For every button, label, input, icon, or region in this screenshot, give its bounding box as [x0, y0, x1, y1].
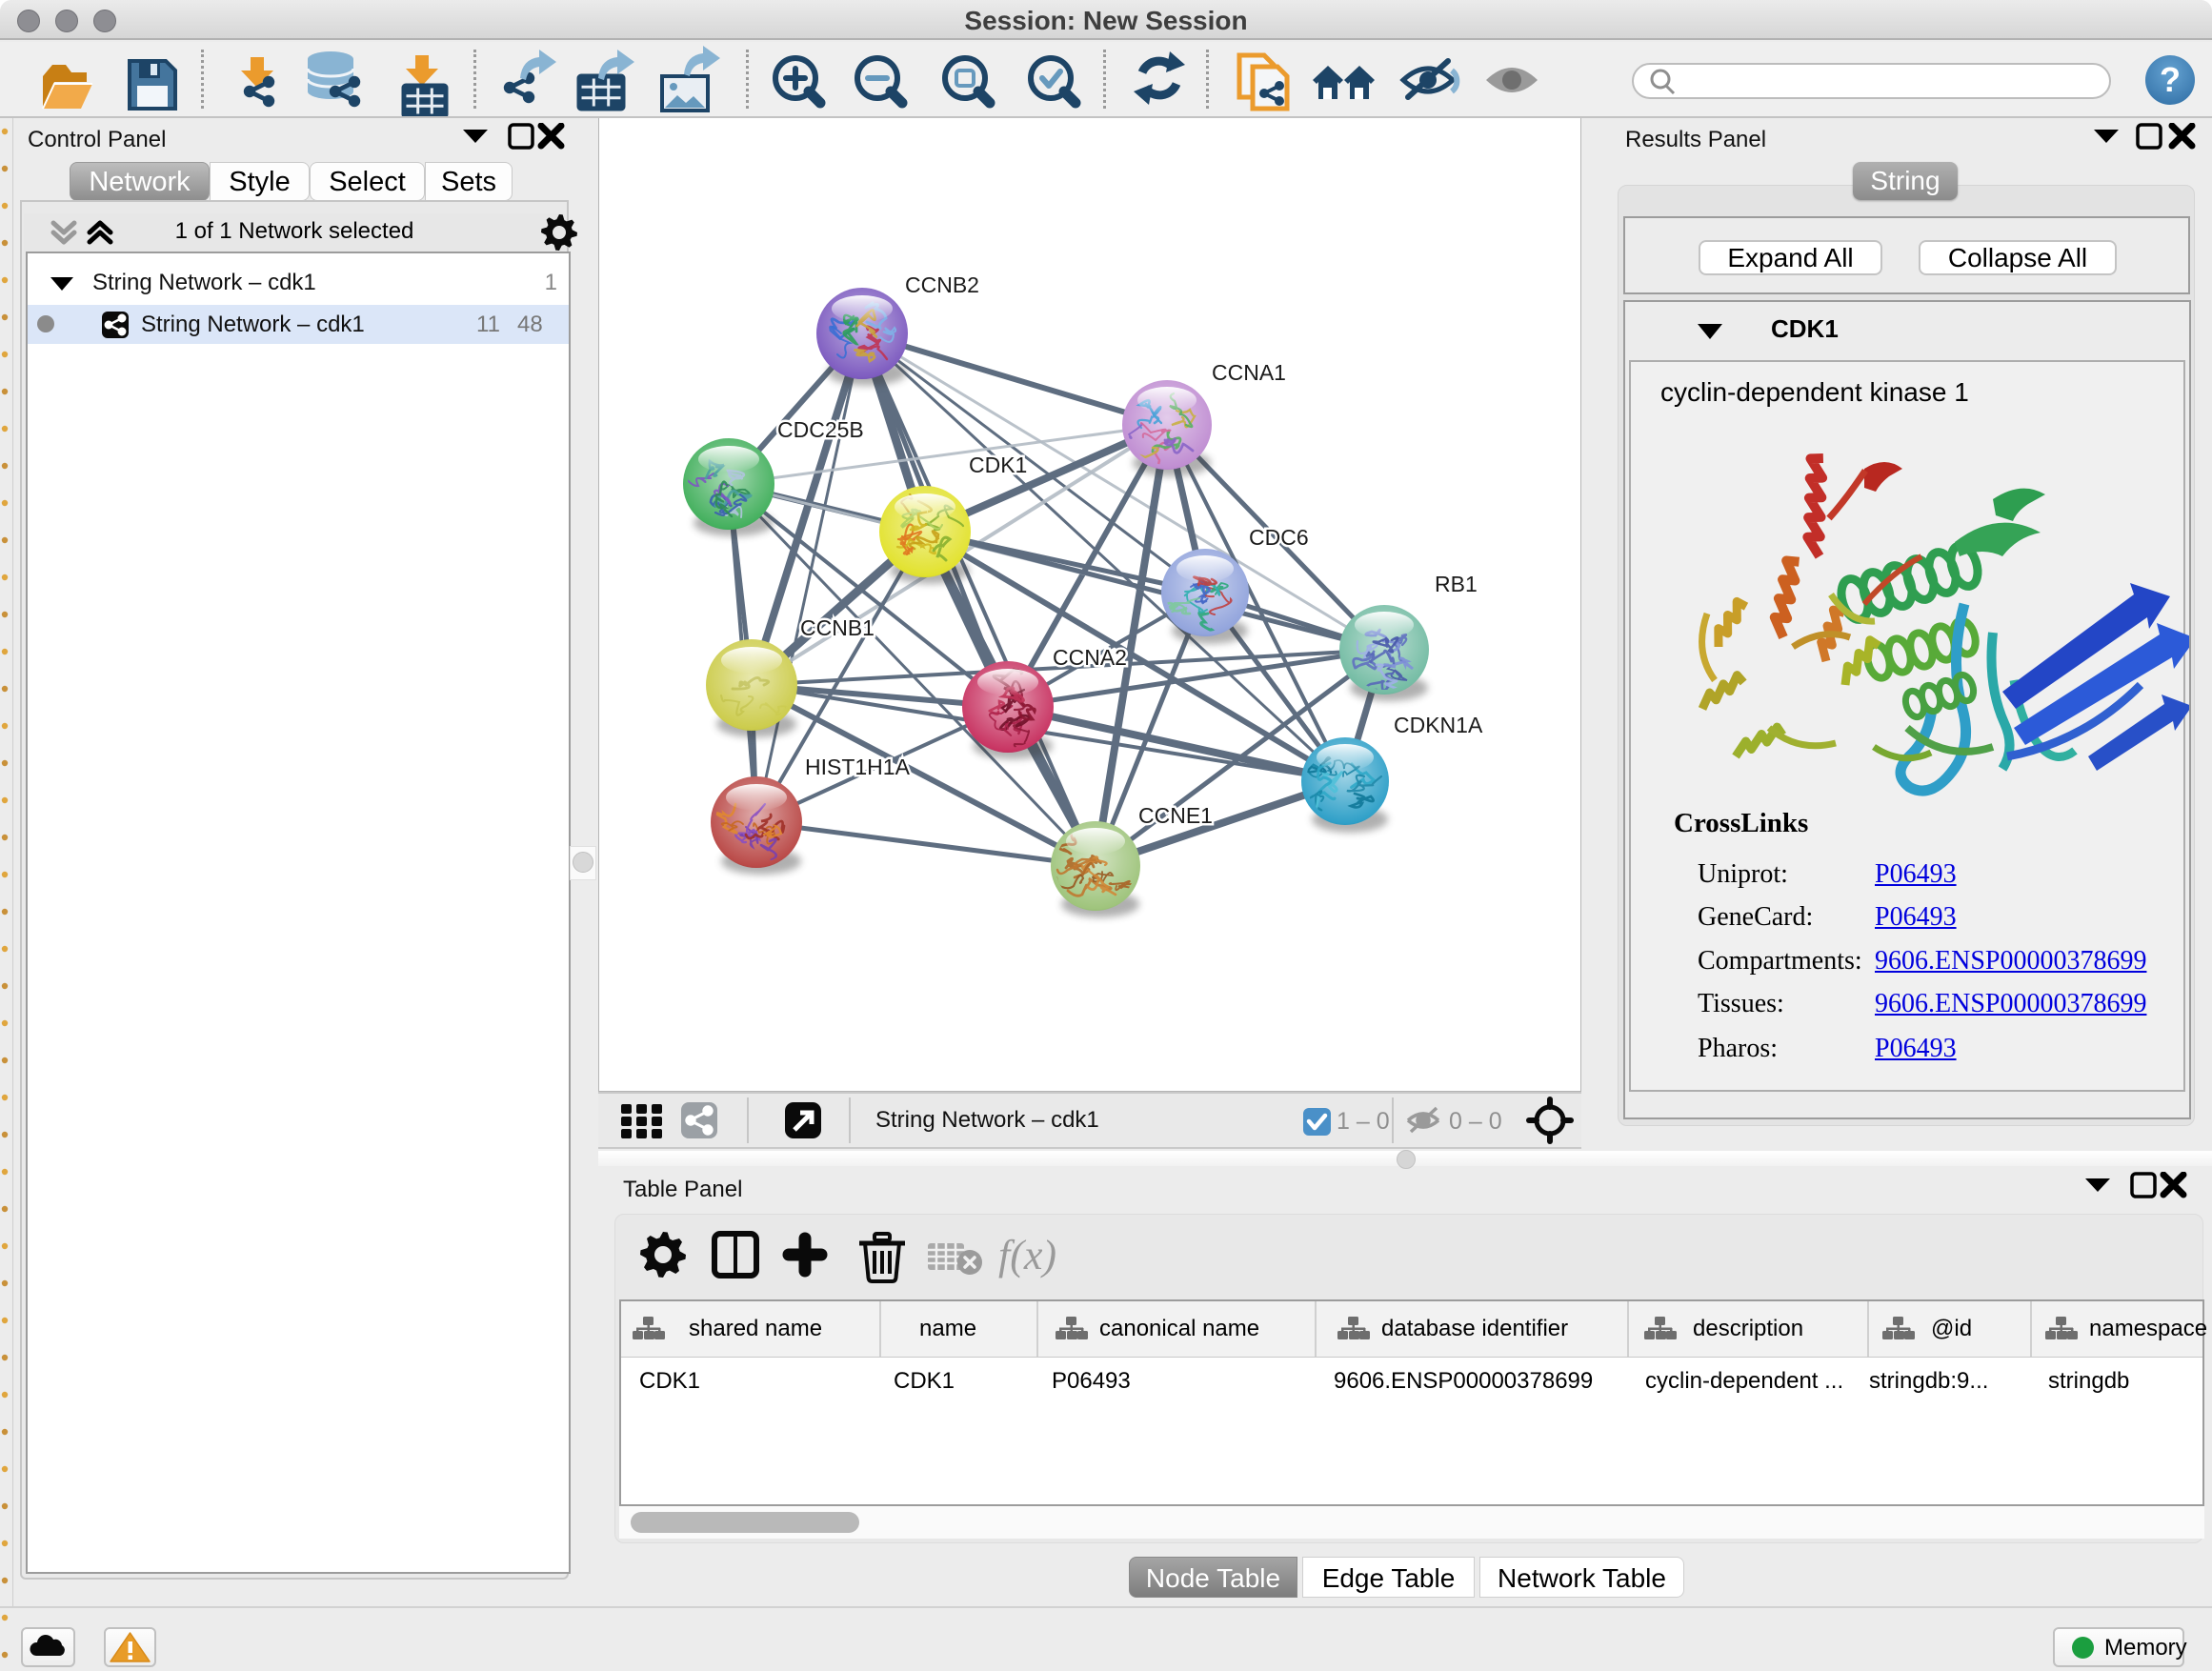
svg-text:CCNA2: CCNA2	[1053, 645, 1127, 670]
svg-text:1 – 0: 1 – 0	[1337, 1108, 1390, 1135]
svg-text:CDC6: CDC6	[1249, 525, 1309, 550]
svg-text:0 – 0: 0 – 0	[1449, 1108, 1502, 1135]
svg-text:CCNA1: CCNA1	[1212, 360, 1286, 385]
svg-text:CDK1: CDK1	[969, 453, 1027, 477]
svg-text:f(x): f(x)	[998, 1232, 1056, 1278]
svg-text:CCNB2: CCNB2	[905, 272, 979, 297]
svg-text:CDC25B: CDC25B	[777, 417, 864, 442]
svg-text:CCNB1: CCNB1	[800, 615, 875, 640]
svg-text:?: ?	[2160, 60, 2181, 99]
svg-text:HIST1H1A: HIST1H1A	[805, 755, 911, 779]
svg-text:CDKN1A: CDKN1A	[1394, 713, 1483, 737]
svg-text:RB1: RB1	[1435, 572, 1478, 596]
svg-text:CCNE1: CCNE1	[1138, 803, 1213, 828]
